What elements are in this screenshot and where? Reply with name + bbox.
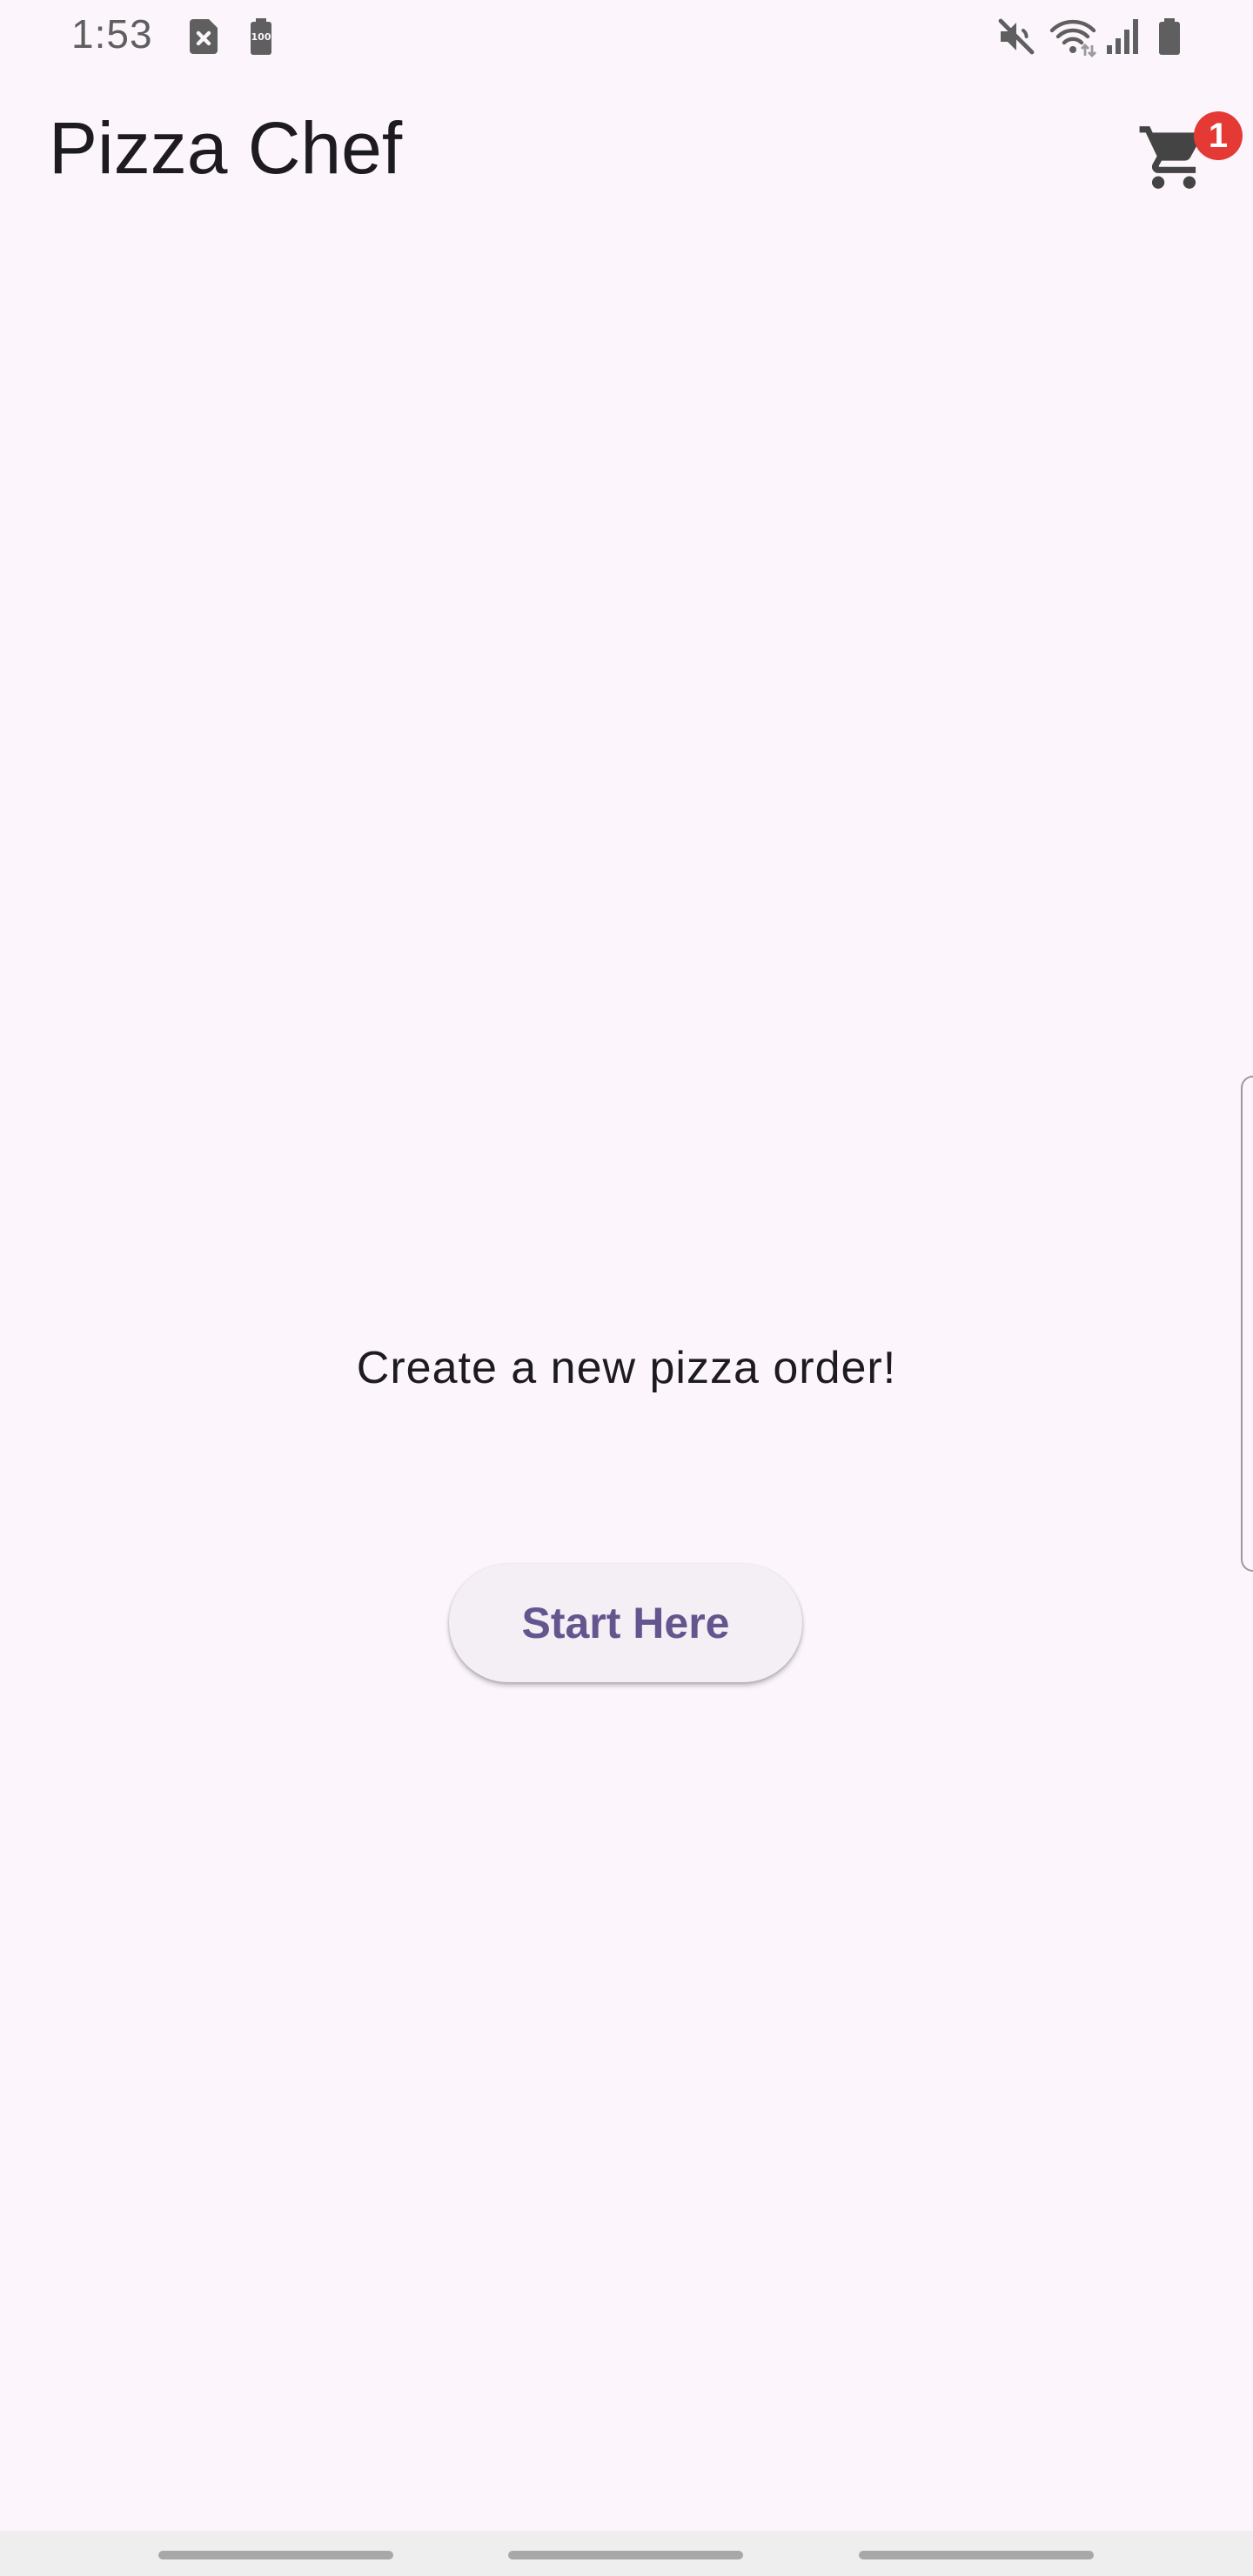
page-title: Pizza Chef [49,107,403,189]
cart-button[interactable]: 1 [1131,108,1243,212]
wifi-icon [1048,16,1098,57]
edge-panel-handle[interactable] [1241,1076,1253,1572]
start-here-button[interactable]: Start Here [449,1564,802,1682]
mute-icon [995,16,1037,57]
battery-saver-label: 100 [251,31,271,43]
create-order-prompt: Create a new pizza order! [356,1343,897,1393]
cart-badge: 1 [1194,111,1243,160]
status-time: 1:53 [71,11,153,57]
battery-icon [1149,16,1190,57]
back-button[interactable] [859,2551,1094,2559]
battery-saver-icon: 100 [240,16,282,57]
home-button[interactable] [508,2551,743,2559]
navigation-bar [0,2531,1253,2576]
signal-icon [1103,16,1145,57]
sim-error-icon [183,16,224,57]
recent-apps-button[interactable] [158,2551,393,2559]
status-bar: 1:53 100 [0,0,1253,75]
